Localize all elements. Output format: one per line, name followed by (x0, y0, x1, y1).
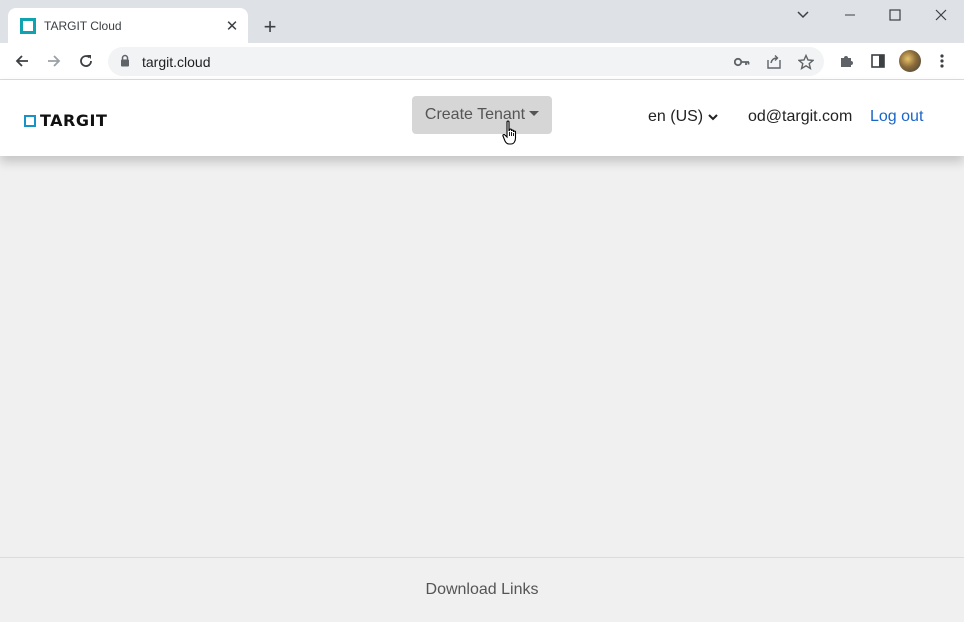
logo-text: TARGIT (40, 111, 108, 130)
browser-tab[interactable]: TARGIT Cloud ✕ (8, 8, 248, 43)
browser-toolbar: targit.cloud (0, 43, 964, 80)
browser-tab-strip: TARGIT Cloud ✕ + (0, 0, 964, 43)
targit-logo[interactable]: TARGIT (24, 111, 107, 130)
side-panel-icon[interactable] (866, 49, 890, 73)
reload-icon[interactable] (74, 49, 98, 73)
tab-favicon-icon (20, 17, 36, 34)
caret-down-icon (529, 110, 540, 116)
back-arrow-icon[interactable] (10, 49, 34, 73)
new-tab-button[interactable]: + (256, 13, 284, 41)
language-label: en (US) (648, 108, 704, 125)
browser-menu-icon[interactable] (930, 49, 954, 73)
site-navbar: TARGIT Create Tenant en (US) od@targit.c… (0, 80, 964, 156)
maximize-icon[interactable] (883, 4, 907, 26)
minimize-icon[interactable] (838, 4, 862, 26)
profile-avatar[interactable] (899, 50, 921, 72)
user-email: od@targit.com (748, 108, 853, 125)
logout-link[interactable]: Log out (870, 108, 923, 126)
create-tenant-dropdown-button[interactable]: Create Tenant (412, 96, 552, 134)
lock-icon[interactable] (120, 54, 130, 72)
share-icon[interactable] (762, 50, 786, 74)
tab-title: TARGIT Cloud (44, 18, 122, 33)
bookmark-star-icon[interactable] (794, 50, 818, 74)
tab-search-icon[interactable] (791, 4, 815, 26)
tab-close-icon[interactable]: ✕ (220, 14, 244, 38)
url-text[interactable]: targit.cloud (142, 54, 210, 70)
download-links-link[interactable]: Download Links (0, 581, 964, 599)
close-window-icon[interactable] (929, 4, 953, 26)
logo-square-icon (24, 114, 36, 127)
forward-arrow-icon[interactable] (42, 49, 66, 73)
language-selector[interactable]: en (US) (648, 108, 718, 126)
chevron-down-icon (708, 113, 718, 120)
extensions-puzzle-icon[interactable] (834, 49, 858, 73)
hand-pointer-cursor-icon (502, 120, 517, 145)
address-bar[interactable]: targit.cloud (108, 47, 824, 76)
key-icon[interactable] (730, 50, 754, 74)
page-footer: Download Links (0, 557, 964, 622)
main-content-area (0, 156, 964, 557)
